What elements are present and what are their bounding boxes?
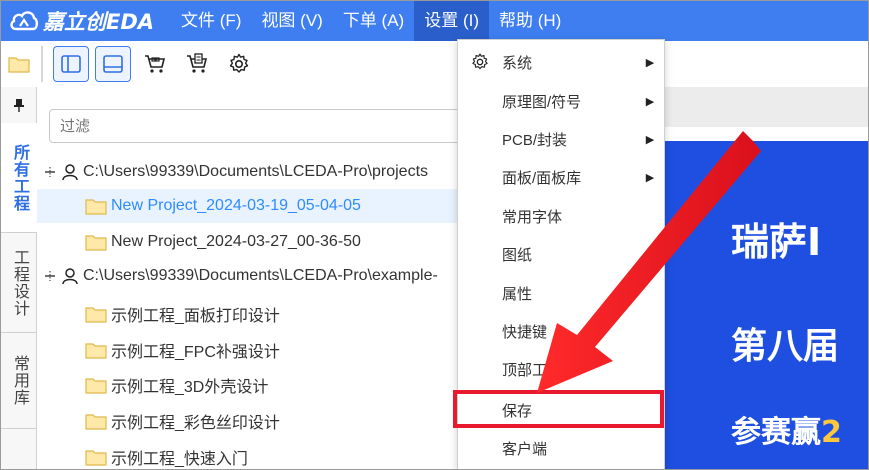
folder-icon (8, 57, 30, 73)
menu-item-panel-library[interactable]: 面板/面板库 ▶ (458, 158, 664, 196)
folder-icon (85, 376, 107, 394)
app-logo: 嘉立创EDA (1, 1, 171, 41)
project-item-label: 示例工程_面板打印设计 (111, 308, 280, 325)
tree-root-row[interactable]: C:\Users\99339\Documents\LCEDA-Pro\proje… (37, 155, 467, 189)
toggle-bottom-panel-button[interactable] (95, 46, 131, 82)
tab-project-design[interactable]: 工程设计 (1, 233, 37, 333)
project-item[interactable]: New Project_2024-03-19_05-04-05 (37, 189, 467, 223)
menu-file[interactable]: 文件 (F) (171, 1, 251, 41)
menu-bar: 嘉立创EDA 文件 (F) 视图 (V) 下单 (A) 设置 (I) 帮助 (H… (1, 1, 868, 41)
user-icon (61, 267, 79, 285)
project-item-label: New Project_2024-03-27_00-36-50 (111, 233, 361, 250)
folder-icon (85, 412, 107, 430)
tree-root-row[interactable]: C:\Users\99339\Documents\LCEDA-Pro\examp… (37, 259, 467, 293)
folder-icon (85, 305, 107, 323)
toolbar-divider (41, 46, 43, 82)
menu-item-drawing[interactable]: 图纸 (458, 235, 664, 273)
project-item[interactable]: 示例工程_彩色丝印设计 (37, 404, 467, 438)
project-item-label: New Project_2024-03-19_05-04-05 (111, 197, 361, 214)
submenu-arrow-icon: ▶ (645, 133, 655, 146)
project-item-label: 示例工程_FPC补强设计 (111, 344, 280, 361)
submenu-arrow-icon: ▶ (645, 171, 655, 184)
cart-icon (145, 55, 166, 73)
menu-item-properties[interactable]: 属性 (458, 274, 664, 312)
panel-left-icon (61, 55, 81, 73)
menu-item-schematic-symbol[interactable]: 原理图/符号 ▶ (458, 82, 664, 120)
menu-view[interactable]: 视图 (V) (251, 1, 332, 41)
project-item[interactable]: 示例工程_面板打印设计 (37, 297, 467, 331)
project-item-label: 示例工程_快速入门 (111, 451, 248, 468)
tab-common-library[interactable]: 常用库 (1, 333, 37, 429)
menu-settings[interactable]: 设置 (I) (414, 1, 489, 41)
tab-all-projects[interactable]: 所有工程 (1, 123, 37, 233)
cloud-logo-icon (10, 11, 39, 31)
open-folder-button[interactable] (1, 41, 37, 87)
banner-line-1: 瑞萨I (731, 220, 822, 264)
gear-icon (229, 53, 249, 73)
folder-icon (85, 448, 107, 466)
folder-icon (85, 233, 107, 251)
side-tabs: 所有工程 工程设计 常用库 (1, 87, 37, 469)
project-panel: C:\Users\99339\Documents\LCEDA-Pro\proje… (37, 87, 469, 469)
app-logo-text: 嘉立创EDA (43, 10, 155, 34)
order-icon (187, 53, 208, 73)
cart-button[interactable] (137, 46, 173, 82)
project-item[interactable]: 示例工程_FPC补强设计 (37, 333, 467, 367)
folder-icon (85, 341, 107, 359)
toggle-left-panel-button[interactable] (53, 46, 89, 82)
banner-line-3: 参赛赢2 (731, 415, 842, 450)
collapse-toggle-icon[interactable] (43, 165, 57, 179)
user-icon (61, 163, 79, 181)
settings-button[interactable] (221, 46, 257, 82)
project-item[interactable]: New Project_2024-03-27_00-36-50 (37, 225, 467, 259)
menu-item-system[interactable]: 系统 ▶ (458, 43, 664, 81)
project-item[interactable]: 示例工程_3D外壳设计 (37, 368, 467, 402)
highlight-box (453, 390, 664, 428)
menu-item-client[interactable]: 客户端 (458, 429, 664, 467)
pin-icon (13, 99, 24, 112)
menu-order[interactable]: 下单 (A) (333, 1, 414, 41)
menu-item-fonts[interactable]: 常用字体 (458, 197, 664, 235)
order-button[interactable] (179, 46, 215, 82)
app-window: 嘉立创EDA 文件 (F) 视图 (V) 下单 (A) 设置 (I) 帮助 (H… (0, 0, 869, 470)
menu-item-shortcuts[interactable]: 快捷键 (458, 312, 664, 350)
tree-root-label: C:\Users\99339\Documents\LCEDA-Pro\proje… (83, 163, 429, 180)
project-item-label: 示例工程_3D外壳设计 (111, 379, 269, 396)
gear-icon (458, 52, 502, 72)
submenu-arrow-icon: ▶ (645, 95, 655, 108)
folder-icon (85, 197, 107, 215)
collapse-toggle-icon[interactable] (43, 269, 57, 283)
filter-input[interactable] (49, 109, 469, 143)
banner-line-2: 第八届 (731, 326, 840, 367)
menu-help[interactable]: 帮助 (H) (489, 1, 571, 41)
menu-item-pcb-footprint[interactable]: PCB/封装 ▶ (458, 120, 664, 158)
project-item-label: 示例工程_彩色丝印设计 (111, 415, 280, 432)
tree-root-label: C:\Users\99339\Documents\LCEDA-Pro\examp… (83, 267, 438, 284)
toolbar (1, 41, 868, 87)
menu-item-top-toolbar[interactable]: 顶部工 (458, 350, 664, 388)
pin-button[interactable] (1, 87, 36, 123)
submenu-arrow-icon: ▶ (645, 56, 655, 69)
panel-bottom-icon (103, 55, 123, 73)
project-item[interactable]: 示例工程_快速入门 (37, 440, 467, 469)
